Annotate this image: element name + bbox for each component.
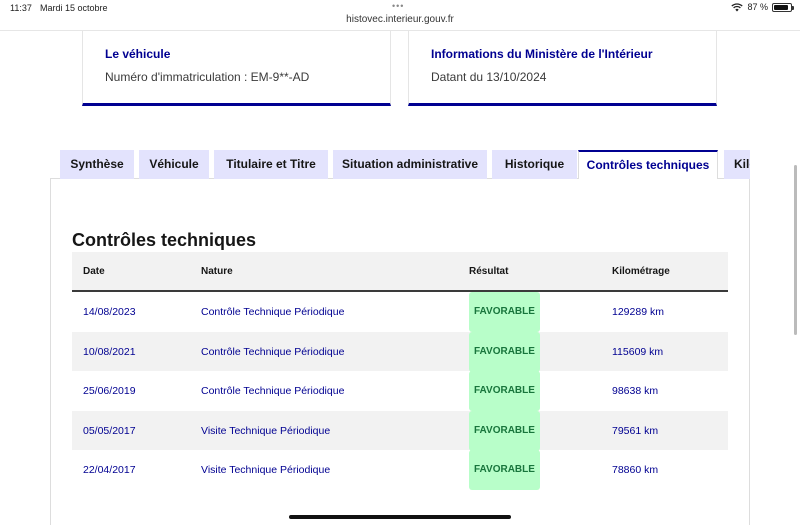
table-header: Date Nature Résultat Kilométrage bbox=[72, 252, 728, 292]
result-badge: FAVORABLE bbox=[469, 371, 540, 412]
row-nature: Visite Technique Périodique bbox=[201, 464, 331, 477]
battery-percent: 87 % bbox=[747, 2, 768, 12]
section-title: Contrôles techniques bbox=[72, 230, 257, 250]
row-mileage: 78860 km bbox=[612, 464, 659, 477]
table-row: 14/08/2023 Contrôle Technique Périodique… bbox=[72, 292, 728, 332]
tab-kilometrage[interactable]: Kilo bbox=[724, 150, 750, 179]
table-row: 10/08/2021 Contrôle Technique Périodique… bbox=[72, 331, 728, 372]
ministry-card: Informations du Ministère de l'Intérieur… bbox=[408, 31, 717, 106]
result-badge: FAVORABLE bbox=[469, 331, 540, 372]
header-nature: Nature bbox=[201, 266, 233, 277]
table-row: 25/06/2019 Contrôle Technique Périodique… bbox=[72, 371, 728, 412]
tab-situation-administrative[interactable]: Situation administrative bbox=[333, 150, 487, 179]
result-badge: FAVORABLE bbox=[469, 292, 540, 332]
status-time: 11:37 bbox=[10, 3, 32, 13]
result-badge: FAVORABLE bbox=[469, 450, 540, 491]
wifi-icon bbox=[731, 2, 744, 11]
status-right: 87 % bbox=[731, 2, 794, 12]
tab-bar: Synthèse Véhicule Titulaire et Titre Sit… bbox=[60, 150, 750, 179]
tab-vehicule[interactable]: Véhicule bbox=[139, 150, 209, 179]
row-date: 14/08/2023 bbox=[83, 306, 136, 318]
vehicle-card: Le véhicule Numéro d'immatriculation : E… bbox=[82, 31, 391, 106]
tab-titulaire[interactable]: Titulaire et Titre bbox=[214, 150, 328, 179]
tab-controles-techniques[interactable]: Contrôles techniques bbox=[578, 150, 718, 179]
inspections-table: Date Nature Résultat Kilométrage 14/08/2… bbox=[72, 252, 728, 491]
table-row: 05/05/2017 Visite Technique Périodique F… bbox=[72, 410, 728, 451]
row-mileage: 115609 km bbox=[612, 345, 664, 358]
row-mileage: 98638 km bbox=[612, 385, 659, 398]
row-date: 10/08/2021 bbox=[83, 345, 136, 358]
row-mileage: 79561 km bbox=[612, 424, 659, 437]
status-date: Mardi 15 octobre bbox=[40, 3, 108, 13]
table-row: 22/04/2017 Visite Technique Périodique F… bbox=[72, 450, 728, 491]
row-date: 25/06/2019 bbox=[83, 385, 136, 398]
header-mileage: Kilométrage bbox=[612, 266, 670, 277]
row-nature: Contrôle Technique Périodique bbox=[201, 345, 345, 358]
row-nature: Contrôle Technique Périodique bbox=[201, 385, 345, 398]
scrollbar[interactable] bbox=[794, 165, 797, 335]
row-mileage: 129289 km bbox=[612, 306, 664, 318]
row-date: 05/05/2017 bbox=[83, 424, 136, 437]
header-result: Résultat bbox=[469, 266, 509, 277]
ministry-card-title: Informations du Ministère de l'Intérieur bbox=[431, 47, 653, 61]
row-date: 22/04/2017 bbox=[83, 464, 136, 477]
home-indicator[interactable] bbox=[289, 515, 511, 519]
url-bar[interactable]: histovec.interieur.gouv.fr bbox=[0, 14, 800, 25]
multitasking-dots-icon[interactable]: ••• bbox=[392, 1, 404, 11]
vehicle-card-title: Le véhicule bbox=[105, 47, 171, 61]
battery-icon bbox=[772, 2, 794, 12]
registration-number: Numéro d'immatriculation : EM-9**-AD bbox=[105, 70, 310, 84]
data-date: Datant du 13/10/2024 bbox=[431, 70, 547, 84]
table-body: 14/08/2023 Contrôle Technique Périodique… bbox=[72, 292, 728, 491]
result-badge: FAVORABLE bbox=[469, 410, 540, 451]
row-nature: Contrôle Technique Périodique bbox=[201, 306, 345, 318]
row-nature: Visite Technique Périodique bbox=[201, 424, 331, 437]
tab-synthese[interactable]: Synthèse bbox=[60, 150, 134, 179]
header-date: Date bbox=[83, 266, 105, 277]
tab-historique[interactable]: Historique bbox=[492, 150, 577, 179]
